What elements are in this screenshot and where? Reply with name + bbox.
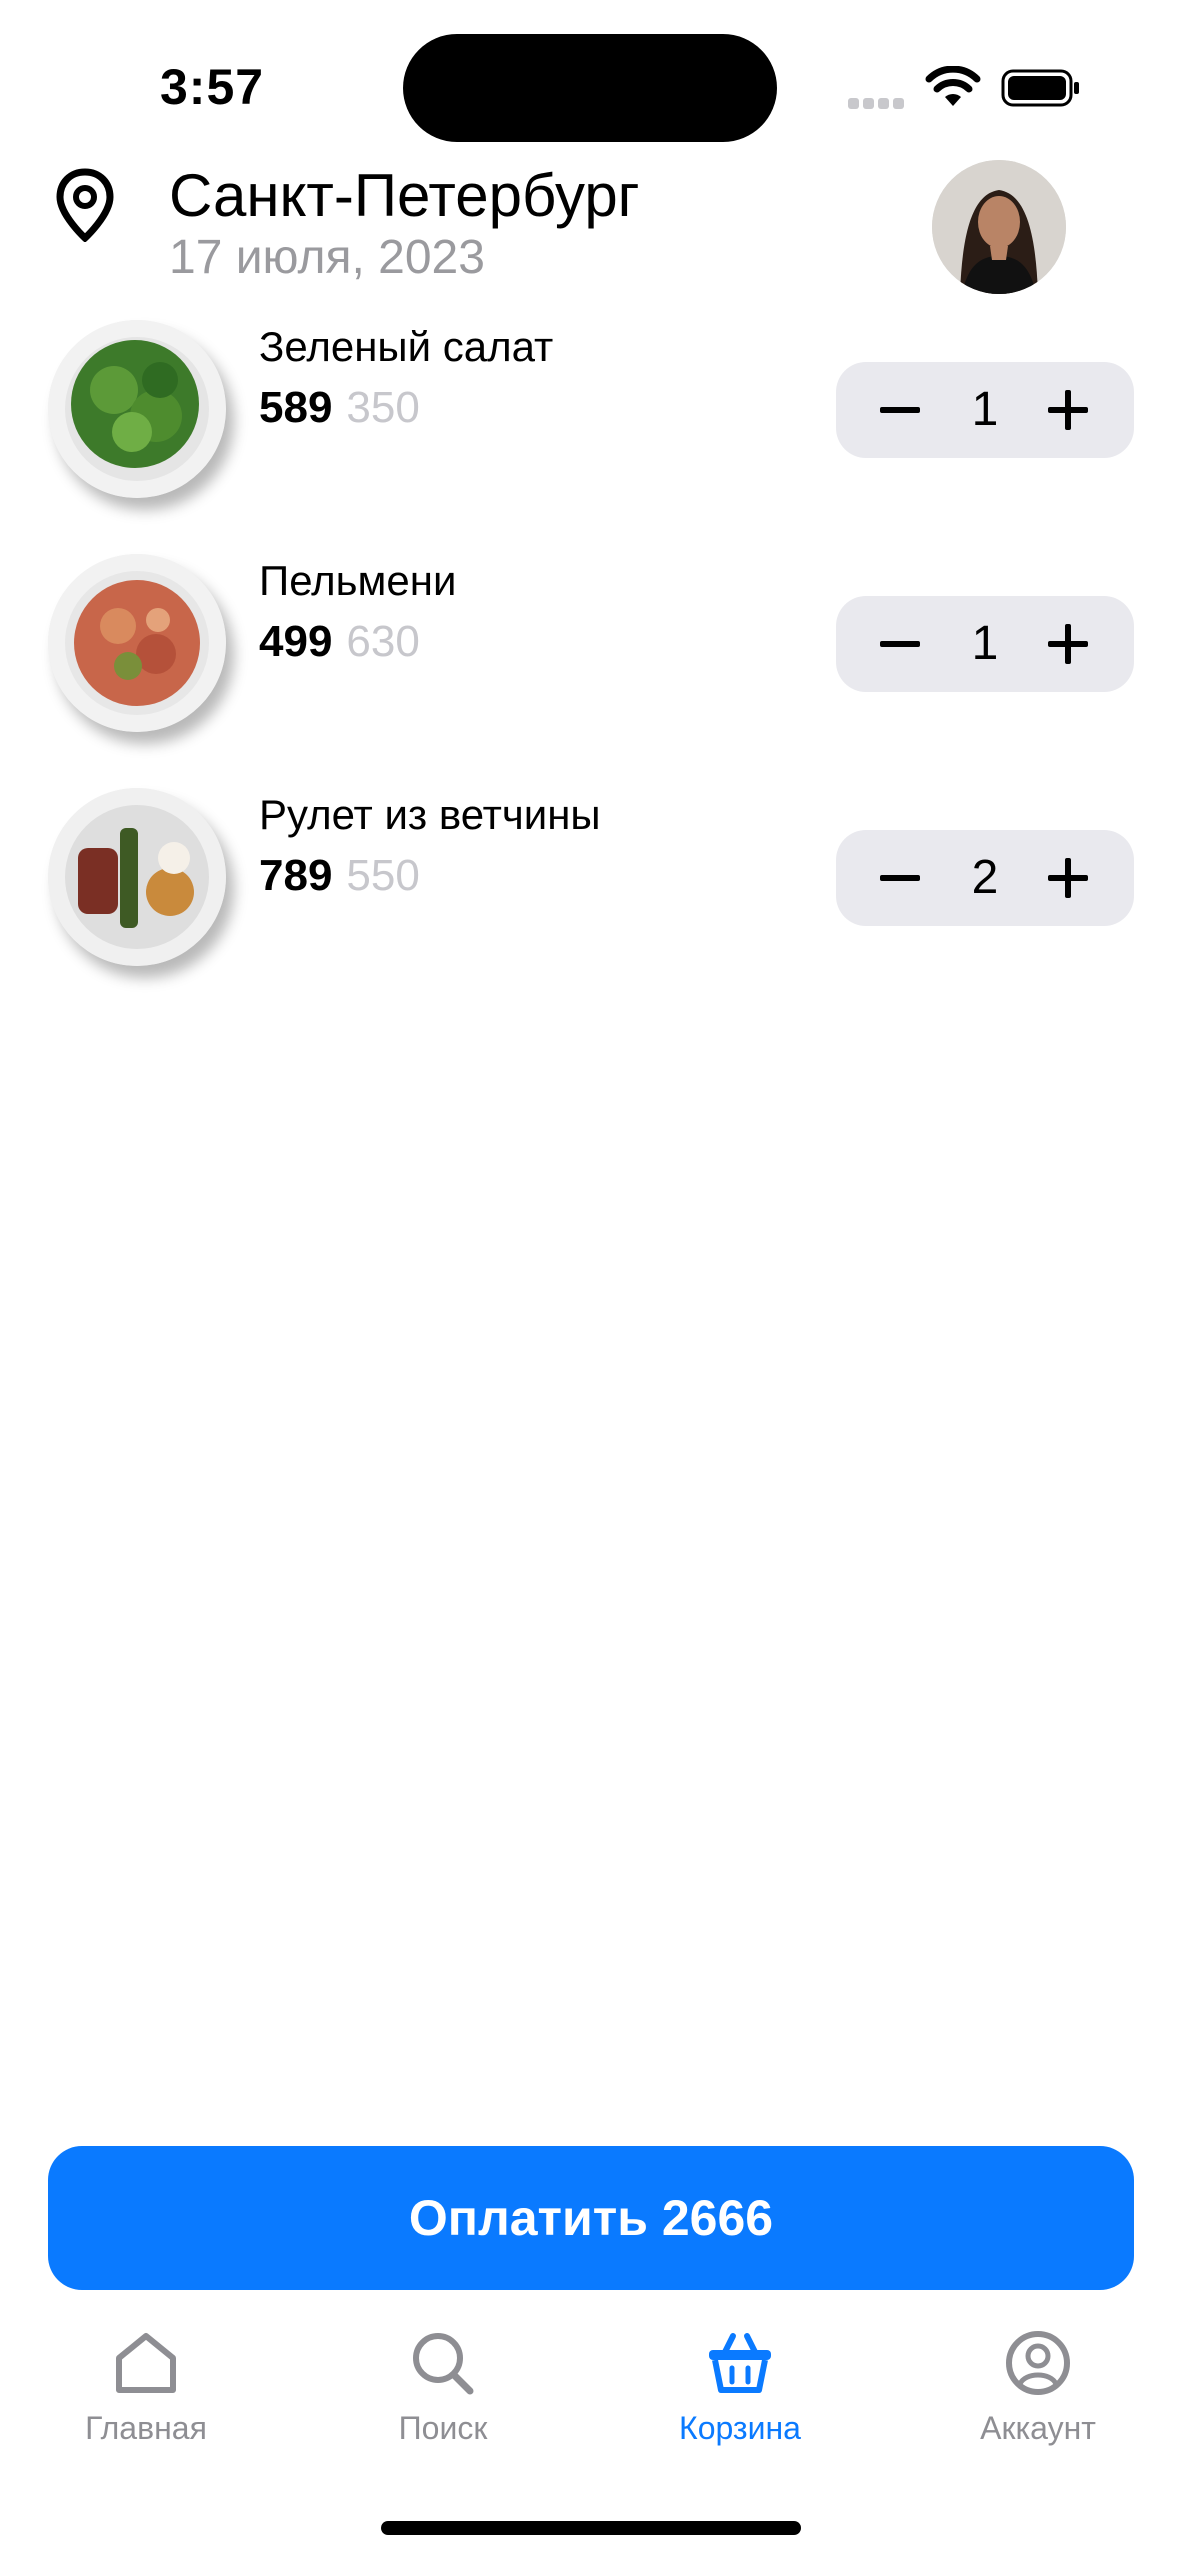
basket-icon xyxy=(709,2333,771,2393)
pay-button[interactable]: Оплатить 2666 xyxy=(48,2146,1134,2290)
decrease-quantity-button[interactable] xyxy=(872,382,928,438)
quantity-stepper: 1 xyxy=(836,362,1134,458)
tab-home[interactable]: Главная xyxy=(36,2330,256,2447)
quantity-stepper: 1 xyxy=(836,596,1134,692)
food-image-pelmeni xyxy=(48,554,226,732)
current-price: 499 xyxy=(259,617,333,666)
tab-search[interactable]: Поиск xyxy=(333,2330,553,2447)
account-icon xyxy=(1006,2331,1070,2395)
increase-quantity-button[interactable] xyxy=(1040,382,1096,438)
cart-item: Рулет из ветчины 789 550 2 xyxy=(0,788,1179,978)
search-icon xyxy=(413,2333,474,2395)
home-icon xyxy=(116,2333,176,2393)
quantity-value: 1 xyxy=(971,383,999,436)
tab-label: Корзина xyxy=(679,2410,801,2446)
dynamic-island xyxy=(403,34,777,142)
food-image-ham-roll xyxy=(48,788,226,966)
avatar[interactable] xyxy=(932,160,1066,294)
old-price: 630 xyxy=(346,617,420,666)
battery-icon xyxy=(1001,69,1079,107)
food-image-salad xyxy=(48,320,226,498)
city-name[interactable]: Санкт-Петербург xyxy=(169,160,640,232)
tab-account[interactable]: Аккаунт xyxy=(928,2330,1148,2447)
tab-cart[interactable]: Корзина xyxy=(630,2330,850,2447)
home-indicator xyxy=(381,2521,801,2535)
item-name: Пельмени xyxy=(259,557,457,604)
location-pin-icon[interactable] xyxy=(55,168,115,242)
tab-label: Аккаунт xyxy=(980,2410,1096,2446)
current-price: 589 xyxy=(259,383,333,432)
increase-quantity-button[interactable] xyxy=(1040,616,1096,672)
item-name: Зеленый салат xyxy=(259,323,554,370)
decrease-quantity-button[interactable] xyxy=(872,616,928,672)
quantity-stepper: 2 xyxy=(836,830,1134,926)
item-name: Рулет из ветчины xyxy=(259,791,601,838)
decrease-quantity-button[interactable] xyxy=(872,850,928,906)
item-price: 589 350 xyxy=(259,380,420,436)
old-price: 350 xyxy=(346,383,420,432)
old-price: 550 xyxy=(346,851,420,900)
current-price: 789 xyxy=(259,851,333,900)
item-price: 789 550 xyxy=(259,848,420,904)
tab-label: Поиск xyxy=(398,2410,488,2446)
tab-label: Главная xyxy=(85,2410,207,2446)
status-time: 3:57 xyxy=(160,59,265,115)
quantity-value: 1 xyxy=(971,617,999,670)
cart-item: Зеленый салат 589 350 1 xyxy=(0,320,1179,510)
wifi-icon xyxy=(925,66,981,106)
cart-item: Пельмени 499 630 1 xyxy=(0,554,1179,744)
item-price: 499 630 xyxy=(259,614,420,670)
current-date: 17 июля, 2023 xyxy=(169,231,485,284)
quantity-value: 2 xyxy=(971,851,999,904)
cellular-signal-icon xyxy=(848,96,908,109)
increase-quantity-button[interactable] xyxy=(1040,850,1096,906)
